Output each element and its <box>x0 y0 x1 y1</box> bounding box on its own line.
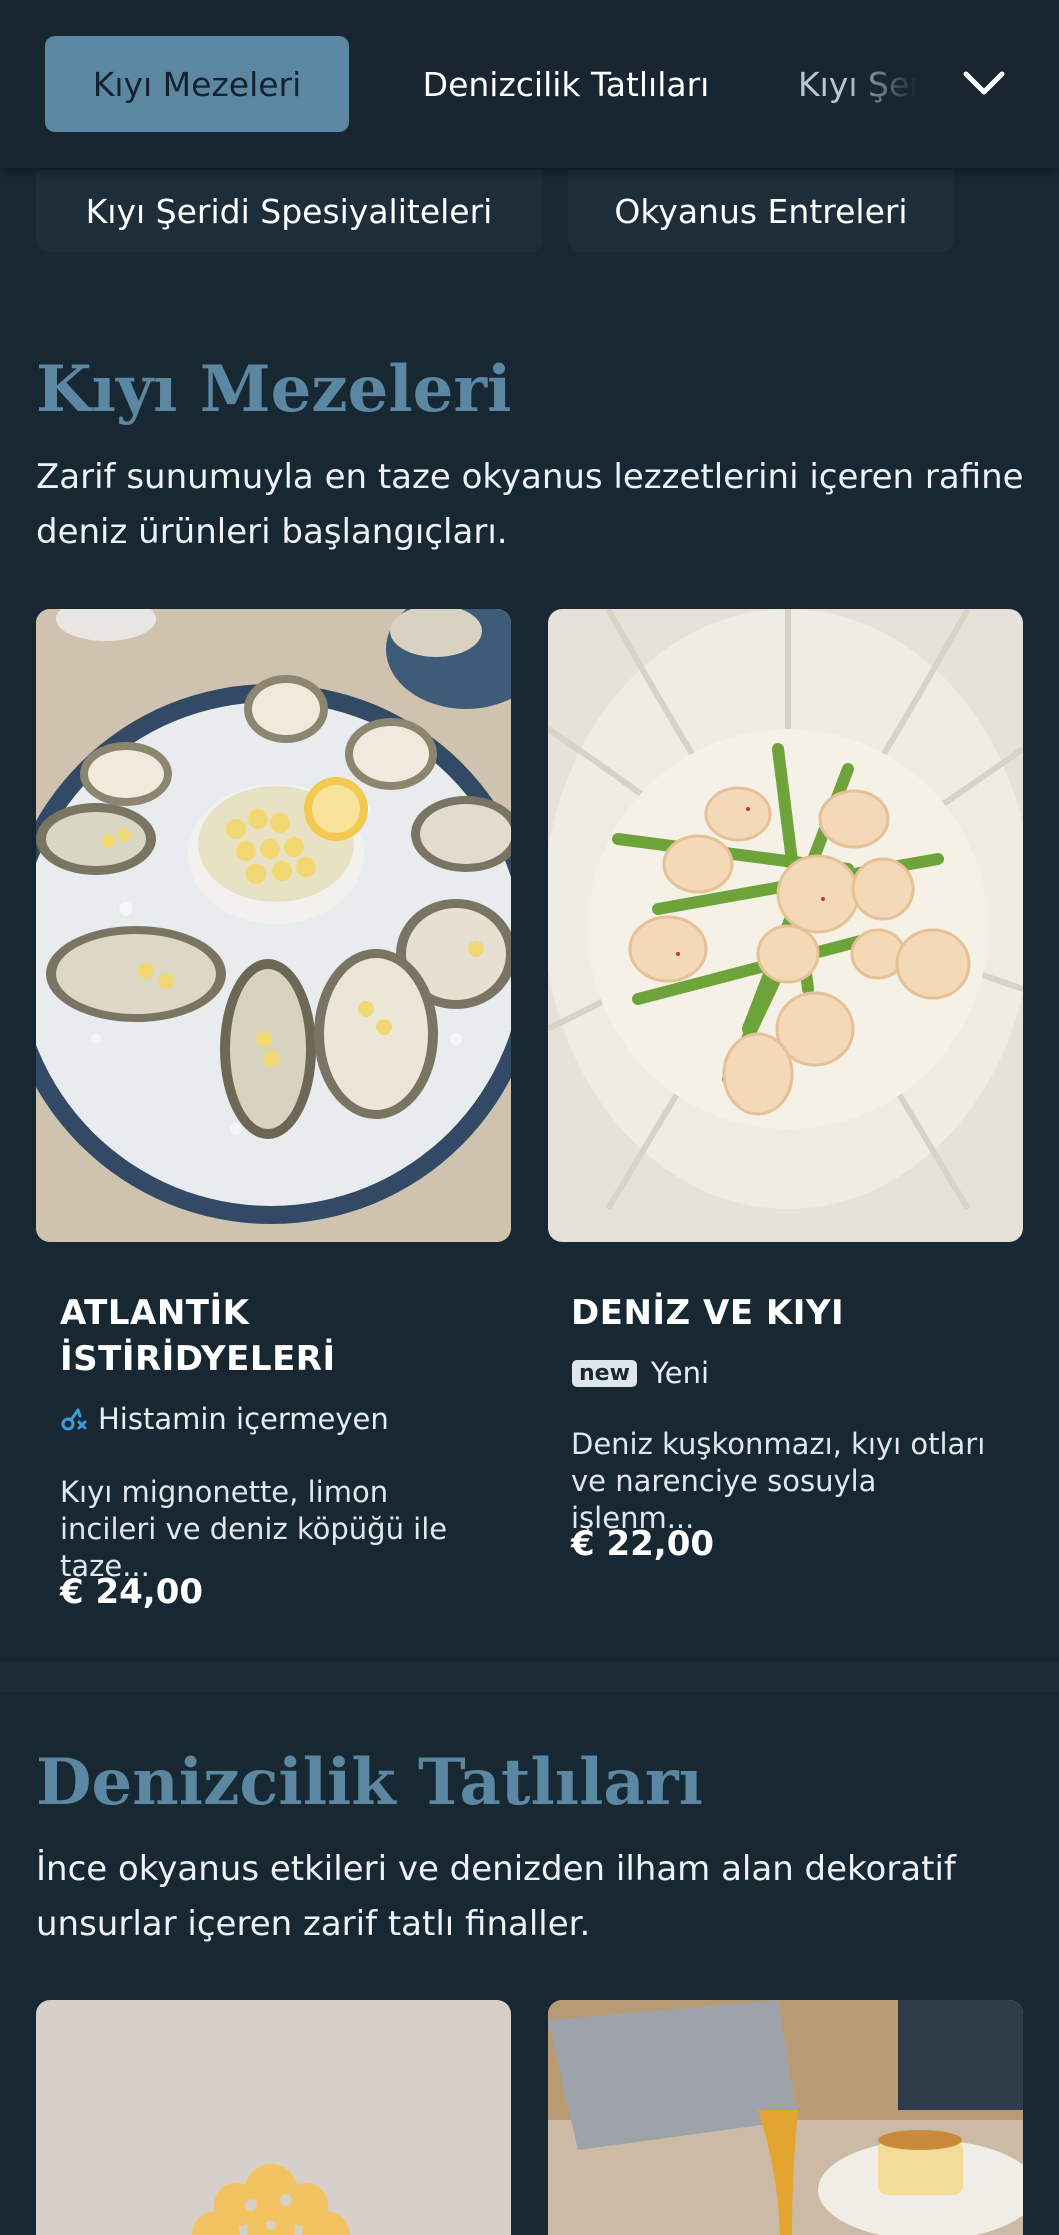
new-label: Yeni <box>650 1356 710 1390</box>
item-photo-oysters[interactable] <box>36 609 511 1242</box>
subtab-okyanus-entreleri[interactable]: Okyanus Entreleri <box>568 170 954 252</box>
chevron-down-icon[interactable] <box>960 60 1008 108</box>
item-description: Deniz kuşkonmazı, kıyı otları ve narenci… <box>571 1427 986 1535</box>
item-description: Kıyı mignonette, limon incileri ve deniz… <box>60 1475 448 1583</box>
category-nav: Kıyı Mezeleri Denizcilik Tatlıları Kıyı … <box>0 0 1059 168</box>
section-title: Kıyı Mezeleri <box>36 352 512 427</box>
item-name[interactable]: DENİZ VE KIYI <box>571 1290 991 1336</box>
dietary-badge: Histamin içermeyen <box>58 1402 389 1436</box>
dietary-badge-label: Histamin içermeyen <box>98 1402 389 1436</box>
item-name[interactable]: ATLANTİK İSTİRİDYELERİ <box>60 1290 460 1382</box>
tab-denizcilik-tatlilari[interactable]: Denizcilik Tatlıları <box>396 36 736 132</box>
tab-kiyi-seridi[interactable]: Kıyı Şeridi Spesiyaliteleri <box>798 36 918 132</box>
histamine-free-icon <box>61 1408 87 1431</box>
item-price: € 24,00 <box>60 1572 204 1612</box>
item-photo-dessert-1[interactable] <box>36 2000 511 2235</box>
new-badge-row: new Yeni <box>572 1356 709 1390</box>
new-tag: new <box>572 1359 637 1387</box>
tab-kiyi-mezeleri[interactable]: Kıyı Mezeleri <box>45 36 349 132</box>
section-divider <box>0 1662 1059 1692</box>
item-photo-scallops[interactable] <box>548 609 1023 1242</box>
subtab-kiyi-seridi-spesiyaliteleri[interactable]: Kıyı Şeridi Spesiyaliteleri <box>36 170 542 252</box>
section-description: Zarif sunumuyla en taze okyanus lezzetle… <box>36 457 1024 552</box>
item-price: € 22,00 <box>571 1524 715 1564</box>
section-title: Denizcilik Tatlıları <box>36 1745 703 1820</box>
section-description: İnce okyanus etkileri ve denizden ilham … <box>36 1849 956 1944</box>
item-photo-dessert-2[interactable] <box>548 2000 1023 2235</box>
